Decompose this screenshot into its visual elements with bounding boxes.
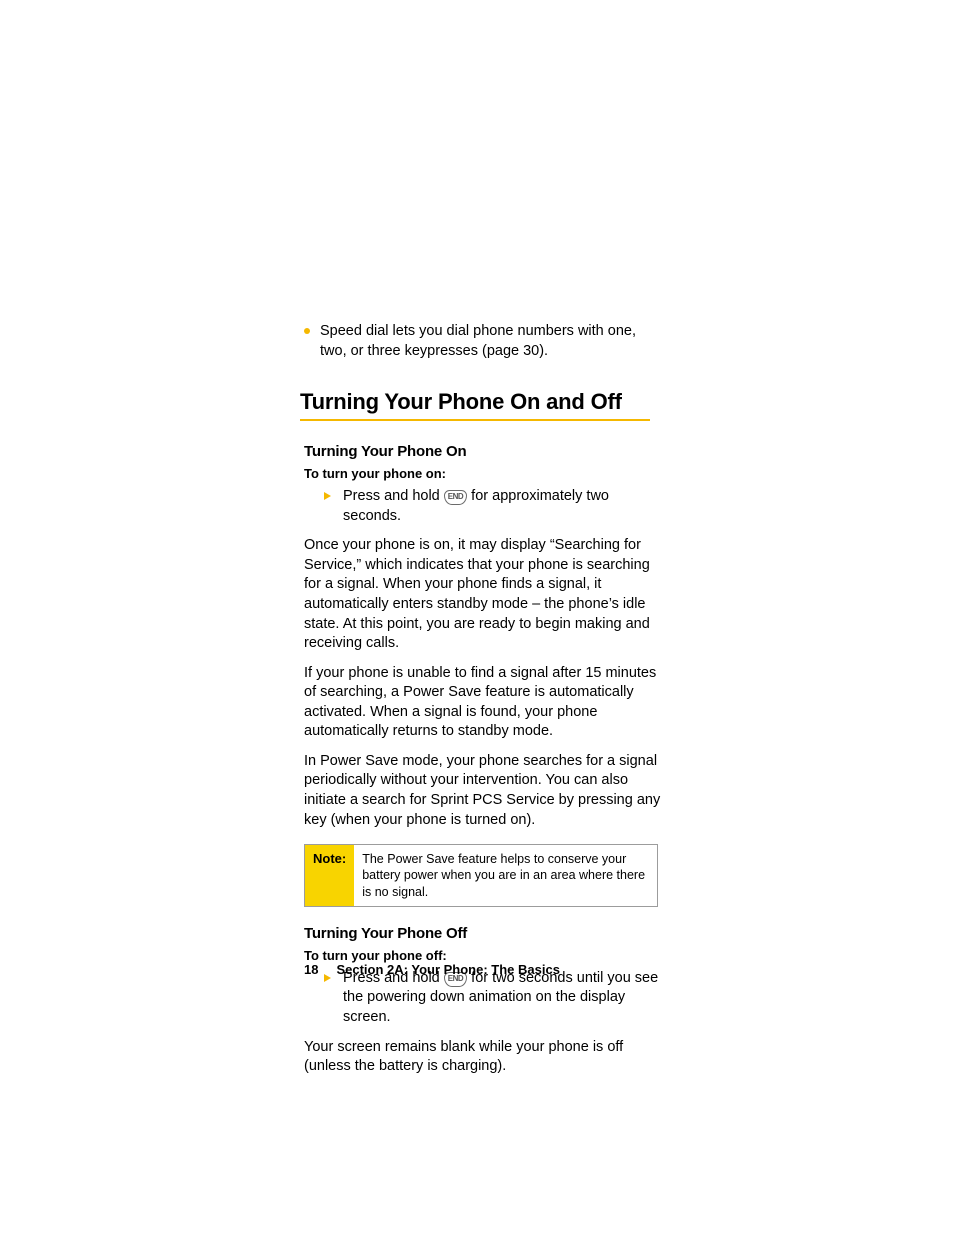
step-on: Press and hold END for approximately two… [304,487,664,526]
manual-page: Speed dial lets you dial phone numbers w… [0,0,954,1235]
step-on-pre: Press and hold [343,488,444,504]
instruction-off: To turn your phone off: [304,948,664,963]
end-key-icon: END [444,490,467,505]
section-heading: Turning Your Phone On and Off [300,389,650,421]
on-para-1: Once your phone is on, it may display “S… [304,536,664,653]
note-box: Note: The Power Save feature helps to co… [304,844,658,907]
note-label: Note: [305,845,354,906]
note-body: The Power Save feature helps to conserve… [354,845,657,906]
step-off-text: Press and hold END for two seconds until… [343,969,664,1028]
step-on-text: Press and hold END for approximately two… [343,487,664,526]
instruction-on: To turn your phone on: [304,466,664,481]
subheading-off: Turning Your Phone Off [304,925,664,942]
section-label: Section 2A: Your Phone: The Basics [336,962,559,977]
step-off: Press and hold END for two seconds until… [304,969,664,1028]
subheading-on: Turning Your Phone On [304,443,664,460]
page-number: 18 [304,962,318,977]
feature-bullet-row: Speed dial lets you dial phone numbers w… [304,322,664,361]
bullet-icon [304,328,310,334]
on-para-2: If your phone is unable to find a signal… [304,664,664,742]
on-para-3: In Power Save mode, your phone searches … [304,752,664,830]
arrow-icon [324,492,331,500]
page-footer: 18 Section 2A: Your Phone: The Basics [304,962,560,977]
off-para-1: Your screen remains blank while your pho… [304,1038,664,1077]
feature-bullet-text: Speed dial lets you dial phone numbers w… [320,322,664,361]
